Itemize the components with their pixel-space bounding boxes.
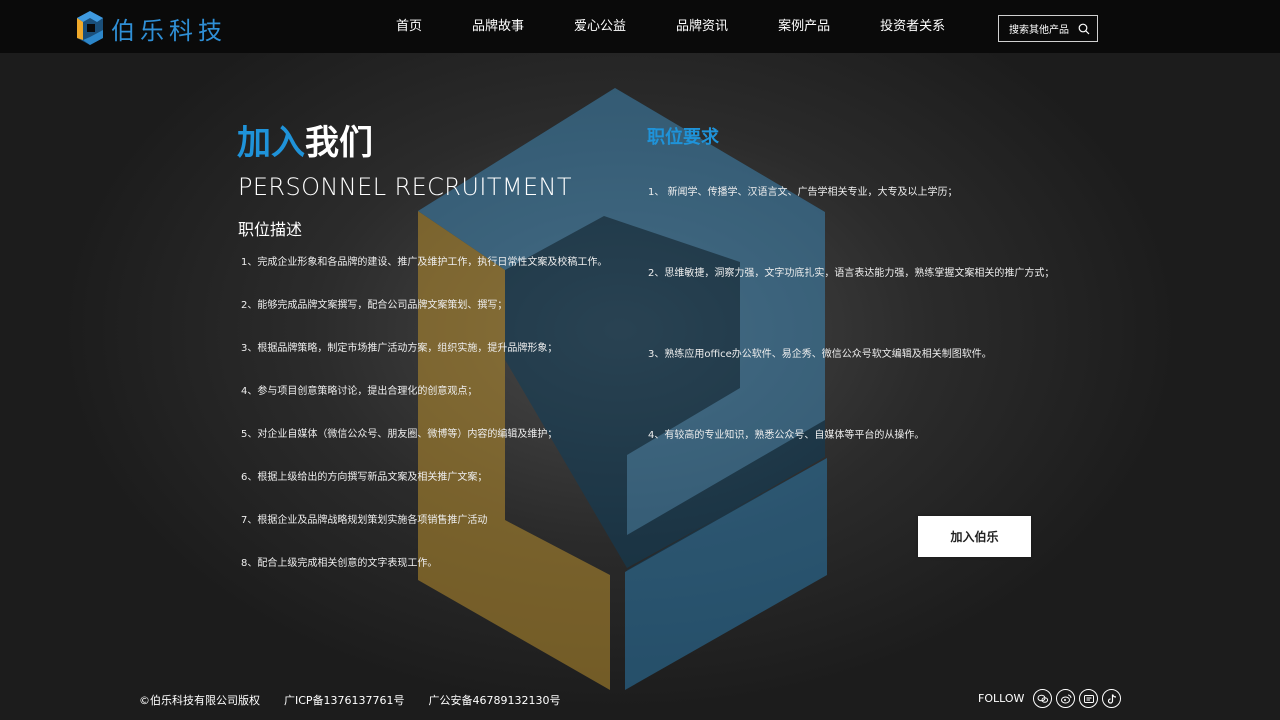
list-item: 5、对企业自媒体（微信公众号、朋友圈、微博等）内容的编辑及维护； (241, 429, 558, 440)
list-item: 2、能够完成品牌文案撰写，配合公司品牌文案策划、撰写； (241, 300, 508, 311)
social-follow: FOLLOW (978, 689, 1122, 708)
requirements-list: 1、 新闻学、传播学、汉语言文、广告学相关专业，大专及以上学历； 2、思维敏捷，… (648, 185, 1054, 509)
nav-item-home[interactable]: 首页 (396, 0, 422, 53)
top-header: 伯乐科技 首页 品牌故事 爱心公益 品牌资讯 案例产品 投资者关系 搜索其他产品 (0, 0, 1280, 53)
title-blue-part: 加入 (237, 123, 305, 163)
list-item: 4、有较高的专业知识，熟悉公众号、自媒体等平台的从操作。 (648, 430, 925, 441)
nav-item-brand-news[interactable]: 品牌资讯 (676, 0, 728, 53)
copyright-text: 伯乐科技有限公司版权 (150, 694, 260, 707)
page-footer: © 伯乐科技有限公司版权 广ICP备1376137761号 广公安备467891… (0, 680, 1280, 720)
list-item: 4、参与项目创意策略讨论，提出合理化的创意观点； (241, 386, 478, 397)
search-label: 搜索其他产品 (1009, 25, 1069, 36)
nav-item-charity[interactable]: 爱心公益 (574, 0, 626, 53)
icp-number: 广ICP备1376137761号 (284, 694, 405, 707)
message-icon[interactable] (1079, 689, 1099, 708)
list-item: 8、配合上级完成相关创意的文字表现工作。 (241, 558, 438, 569)
b-cube-logo-icon (77, 11, 103, 45)
description-heading: 职位描述 (238, 220, 303, 239)
list-item: 3、根据品牌策略，制定市场推广活动方案，组织实施，提升品牌形象； (241, 343, 558, 354)
list-item: 1、 新闻学、传播学、汉语言文、广告学相关专业，大专及以上学历； (648, 187, 958, 198)
list-item: 2、思维敏捷，洞察力强，文字功底扎实，语言表达能力强，熟练掌握文案相关的推广方式… (648, 268, 1055, 279)
brand-logo[interactable]: 伯乐科技 (75, 10, 227, 46)
page-subtitle: PERSONNEL RECRUITMENT (238, 173, 572, 201)
list-item: 3、熟练应用office办公软件、易企秀、微信公众号软文编辑及相关制图软件。 (648, 349, 992, 360)
list-item: 7、根据企业及品牌战略规划策划实施各项销售推广活动 (241, 515, 488, 526)
list-item: 6、根据上级给出的方向撰写新品文案及相关推广文案； (241, 472, 488, 483)
weibo-icon[interactable] (1056, 689, 1076, 708)
search-button[interactable]: 搜索其他产品 (998, 15, 1098, 42)
footer-copyright: © 伯乐科技有限公司版权 广ICP备1376137761号 广公安备467891… (139, 692, 585, 708)
main-nav: 首页 品牌故事 爱心公益 品牌资讯 案例产品 投资者关系 (396, 0, 995, 53)
join-button[interactable]: 加入伯乐 (918, 516, 1031, 557)
wechat-icon[interactable] (1033, 689, 1053, 708)
security-number: 广公安备46789132130号 (428, 694, 561, 707)
page-title: 加入我们 (237, 123, 373, 163)
copyright-mark: © (139, 693, 150, 707)
tiktok-icon[interactable] (1102, 689, 1122, 708)
recruitment-section: 加入我们 PERSONNEL RECRUITMENT 职位描述 1、完成企业形象… (0, 53, 1280, 720)
description-list: 1、完成企业形象和各品牌的建设、推广及维护工作，执行日常性文案及校稿工作。 2、… (241, 255, 607, 599)
search-icon (1078, 23, 1090, 35)
nav-item-brand-story[interactable]: 品牌故事 (472, 0, 524, 53)
brand-name: 伯乐科技 (111, 16, 227, 45)
follow-label: FOLLOW (978, 692, 1025, 705)
requirements-heading: 职位要求 (647, 127, 719, 148)
nav-item-cases-products[interactable]: 案例产品 (778, 0, 830, 53)
list-item: 1、完成企业形象和各品牌的建设、推广及维护工作，执行日常性文案及校稿工作。 (241, 257, 608, 268)
nav-item-investor-relations[interactable]: 投资者关系 (880, 0, 945, 53)
title-white-part: 我们 (305, 123, 373, 163)
